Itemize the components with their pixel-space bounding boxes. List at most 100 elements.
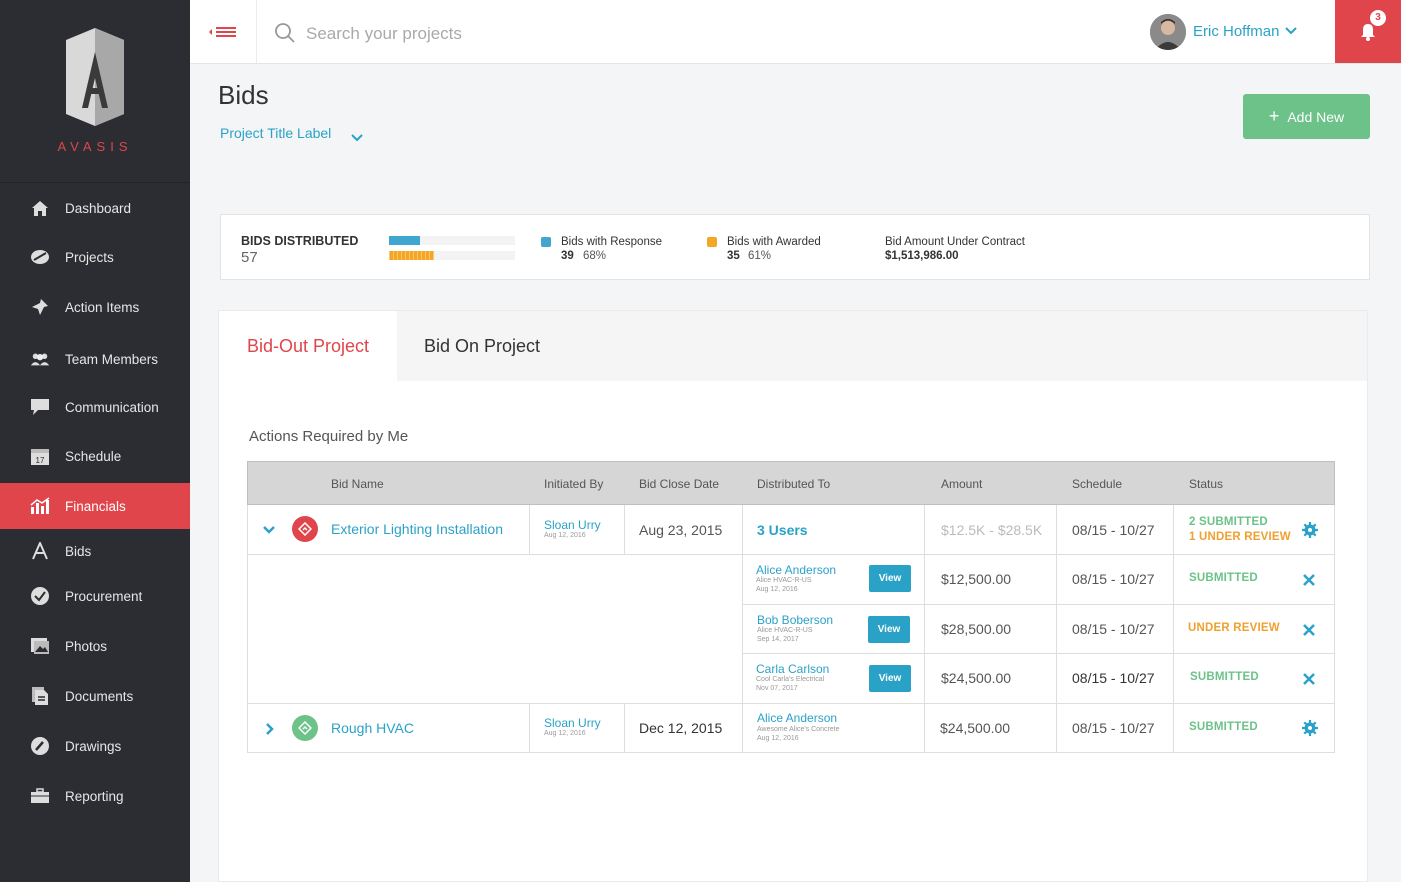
column-header-bid-name[interactable]: Bid Name: [331, 477, 384, 491]
column-header-bid-close-date[interactable]: Bid Close Date: [639, 477, 719, 491]
pin-icon: [30, 297, 50, 317]
close-icon[interactable]: [1301, 622, 1317, 638]
sidebar-item-label: Procurement: [65, 588, 143, 604]
table-sub-row: Bob Boberson Alice HVAC-R-US Sep 14, 201…: [743, 605, 1335, 654]
table-row[interactable]: Rough HVAC Sloan Urry Aug 12, 2016 Dec 1…: [247, 704, 1335, 753]
notification-count-badge: 3: [1370, 10, 1386, 26]
table-row[interactable]: Exterior Lighting Installation Sloan Urr…: [247, 505, 1335, 554]
add-new-label: Add New: [1287, 108, 1345, 125]
chevron-down-icon[interactable]: [1285, 26, 1297, 36]
schedule: 08/15 - 10/27: [1072, 522, 1155, 538]
sidebar-item-communication[interactable]: Communication: [0, 384, 190, 430]
recipient-company: Cool Carla's Electrical: [756, 676, 825, 683]
contract-value: $1,513,986.00: [885, 250, 959, 262]
status-badge: SUBMITTED: [1189, 721, 1258, 733]
bid-name-link[interactable]: Rough HVAC: [331, 720, 414, 736]
logo-area: AVASIS: [0, 0, 190, 183]
sidebar-item-bids[interactable]: Bids: [0, 528, 190, 574]
bids-distributed-value: 57: [241, 249, 258, 266]
sidebar-item-schedule[interactable]: 17 Schedule: [0, 433, 190, 479]
awarded-progress-bar: [389, 251, 515, 260]
sidebar-item-label: Photos: [65, 638, 108, 654]
initiated-by-link[interactable]: Sloan Urry: [544, 518, 601, 532]
close-icon[interactable]: [1301, 572, 1317, 588]
section-title: Actions Required by Me: [249, 428, 409, 445]
column-header-schedule[interactable]: Schedule: [1072, 477, 1122, 491]
awarded-label: Bids with Awarded: [727, 236, 821, 248]
amount-range: $12.5K - $28.5K: [941, 522, 1043, 538]
bids-distributed-label: BIDS DISTRIBUTED: [241, 234, 359, 248]
recipient-date: Nov 07, 2017: [756, 685, 798, 692]
chevron-down-icon[interactable]: [262, 525, 276, 535]
sidebar-item-label: Reporting: [65, 788, 124, 804]
user-photo-icon: [1150, 14, 1186, 50]
bid-status-icon: [292, 715, 318, 741]
sidebar-item-dashboard[interactable]: Dashboard: [0, 185, 190, 231]
tab-bid-out-project[interactable]: Bid-Out Project: [219, 311, 397, 381]
settings-gear-icon[interactable]: [1302, 522, 1318, 538]
collapse-menu-icon: [209, 26, 236, 37]
recipient-company: Alice HVAC-R-US: [756, 577, 812, 584]
sidebar-item-team-members[interactable]: Team Members: [0, 336, 190, 382]
distributed-users-link[interactable]: 3 Users: [757, 522, 808, 538]
close-icon[interactable]: [1301, 671, 1317, 687]
check-circle-icon: [30, 586, 50, 606]
awarded-count: 35: [727, 250, 740, 262]
project-selector[interactable]: Project Title Label: [220, 125, 331, 141]
user-name[interactable]: Eric Hoffman: [1193, 23, 1279, 40]
column-header-status[interactable]: Status: [1189, 477, 1223, 491]
sidebar-item-action-items[interactable]: Action Items: [0, 284, 190, 330]
sidebar-item-reporting[interactable]: Reporting: [0, 773, 190, 819]
recipient-company: Alice HVAC-R-US: [757, 627, 813, 634]
chevron-down-icon[interactable]: [350, 133, 364, 143]
status-submitted: 2 SUBMITTED: [1189, 516, 1268, 528]
sidebar-item-documents[interactable]: Documents: [0, 673, 190, 719]
bids-summary-bar: BIDS DISTRIBUTED 57 Bids with Response 3…: [220, 214, 1370, 280]
initiated-date: Aug 12, 2016: [544, 730, 586, 737]
amount: $28,500.00: [941, 621, 1012, 637]
column-divider: [624, 505, 625, 554]
column-header-amount[interactable]: Amount: [941, 477, 982, 491]
sidebar-item-photos[interactable]: Photos: [0, 623, 190, 669]
chevron-right-icon[interactable]: [265, 722, 275, 736]
column-divider: [1173, 704, 1174, 753]
add-new-button[interactable]: + Add New: [1243, 94, 1370, 139]
recipient-name-link[interactable]: Carla Carlson: [756, 662, 829, 676]
column-header-distributed-to[interactable]: Distributed To: [757, 477, 830, 491]
recipient-name-link[interactable]: Bob Boberson: [757, 613, 833, 627]
sidebar-item-label: Team Members: [65, 351, 159, 367]
amount: $24,500.00: [941, 670, 1012, 686]
notifications-button[interactable]: 3: [1335, 0, 1401, 63]
column-divider: [624, 704, 625, 753]
view-button[interactable]: View: [868, 616, 910, 643]
top-bar: Eric Hoffman 3: [190, 0, 1401, 64]
sidebar-item-projects[interactable]: Projects: [0, 234, 190, 280]
settings-gear-icon[interactable]: [1302, 720, 1318, 736]
bid-name-link[interactable]: Exterior Lighting Installation: [331, 521, 503, 537]
view-button[interactable]: View: [869, 665, 911, 692]
column-divider: [529, 704, 530, 753]
amount: $12,500.00: [941, 571, 1012, 587]
sidebar-item-procurement[interactable]: Procurement: [0, 573, 190, 619]
team-icon: [30, 349, 50, 369]
distributed-to-link[interactable]: Alice Anderson: [757, 711, 837, 725]
response-count: 39: [561, 250, 574, 262]
view-button[interactable]: View: [869, 565, 911, 592]
sidebar-item-financials[interactable]: Financials: [0, 483, 190, 529]
sidebar-item-label: Projects: [65, 249, 114, 265]
sidebar-item-label: Financials: [65, 498, 126, 514]
initiated-date: Aug 12, 2016: [544, 532, 586, 539]
recipient-name-link[interactable]: Alice Anderson: [756, 563, 836, 577]
schedule: 08/15 - 10/27: [1072, 571, 1155, 587]
table-sub-row: Alice Anderson Alice HVAC-R-US Aug 12, 2…: [743, 555, 1335, 604]
avatar[interactable]: [1150, 14, 1186, 50]
initiated-by-link[interactable]: Sloan Urry: [544, 716, 601, 730]
sidebar-item-drawings[interactable]: Drawings: [0, 723, 190, 769]
column-header-initiated-by[interactable]: Initiated By: [544, 477, 603, 491]
brand-name: AVASIS: [57, 139, 133, 154]
tab-bid-on-project[interactable]: Bid On Project: [397, 311, 567, 381]
menu-toggle-button[interactable]: [190, 0, 257, 63]
tab-bar: Bid-Out Project Bid On Project: [219, 311, 1367, 381]
contract-label: Bid Amount Under Contract: [885, 236, 1025, 248]
search-input[interactable]: [306, 20, 706, 48]
